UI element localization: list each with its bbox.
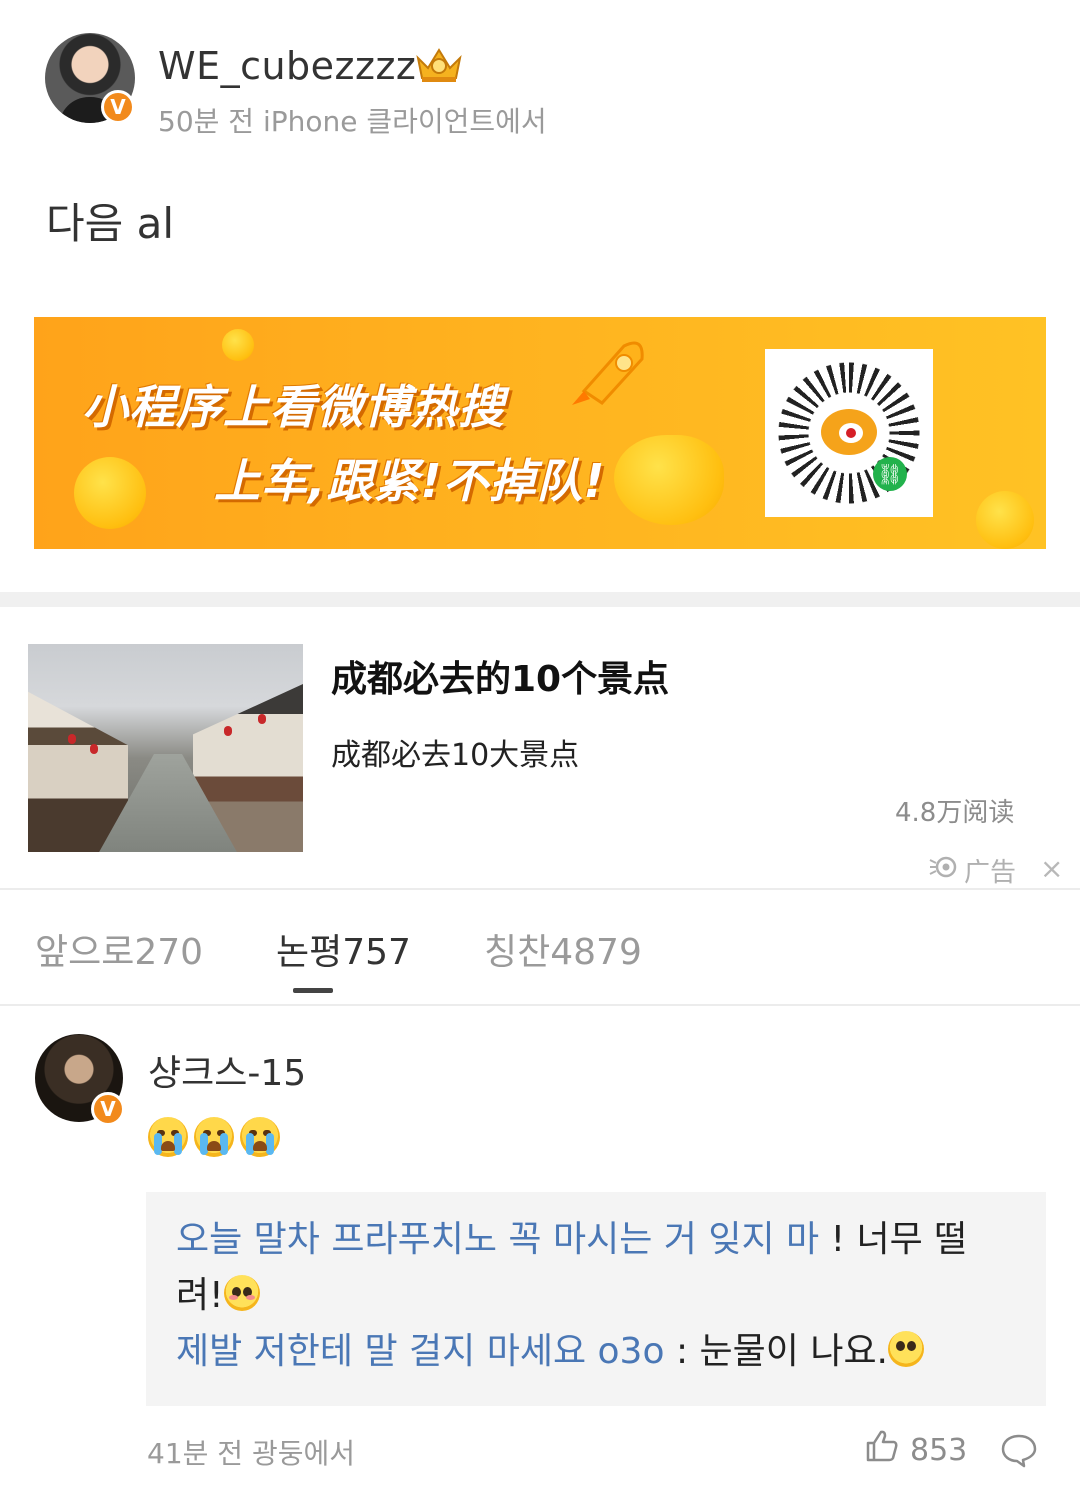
rocket-icon [564, 331, 654, 411]
sub-reply-2: 제발 저한테 말 걸지 마세요 o3o : 눈물이 나요. [176, 1324, 925, 1380]
reply-bubble-icon[interactable] [1000, 1432, 1038, 1472]
like-button[interactable]: 853 [864, 1428, 967, 1472]
weibo-logo-icon [821, 409, 877, 455]
article-title[interactable]: 成都必去的10个景点 [331, 650, 669, 702]
crying-face-icon [148, 1117, 188, 1157]
weibo-logo-icon [614, 435, 724, 525]
section-divider [0, 592, 1080, 607]
close-ad-icon[interactable]: × [1040, 852, 1063, 885]
commenter-username[interactable]: 샹크스-15 [148, 1044, 306, 1096]
article-read-count: 4.8万阅读 [895, 798, 1015, 828]
sub-replies-box[interactable]: 오늘 말차 프라푸치노 꼭 마시는 거 잊지 마 ! 너무 떨 려! 제발 저한… [146, 1192, 1046, 1406]
banner-line1: 小程序上看微博热搜 [82, 380, 505, 434]
author-username[interactable]: WE_cubezzzz [158, 44, 416, 88]
mini-program-banner-ad[interactable]: 小程序上看微博热搜 上车,跟紧!不掉队! ⛓ [34, 317, 1046, 549]
tab-likes[interactable]: 칭찬4879 [484, 923, 642, 975]
ad-info-icon [928, 854, 960, 887]
qr-code-icon[interactable]: ⛓ [765, 349, 933, 517]
article-thumbnail[interactable] [28, 644, 303, 852]
comment-emojis [148, 1117, 280, 1157]
comment-time: 41분 전 광둥에서 [147, 1437, 355, 1470]
flushed-face-icon [223, 1275, 260, 1311]
verified-badge-icon: V [91, 1092, 125, 1126]
crying-face-icon [240, 1117, 280, 1157]
thumbs-up-icon [864, 1428, 900, 1472]
decor-ball [976, 491, 1034, 549]
tab-comments[interactable]: 논평757 [276, 923, 411, 975]
decor-ball [74, 457, 146, 529]
mini-program-icon: ⛓ [873, 457, 907, 491]
sub-reply-1: 오늘 말차 프라푸치노 꼭 마시는 거 잊지 마 ! 너무 떨 [176, 1219, 968, 1260]
verified-badge-icon: V [101, 90, 135, 124]
reply-author-link[interactable]: 제발 저한테 말 걸지 마세요 o3o [176, 1331, 665, 1372]
decor-ball [222, 329, 254, 361]
reply-author-link[interactable]: 오늘 말차 프라푸치노 꼭 마시는 거 잊지 마 [176, 1219, 819, 1260]
crown-badge-icon[interactable] [412, 44, 466, 86]
ad-label[interactable]: 广告 [928, 852, 1016, 889]
pleading-face-icon [888, 1331, 925, 1367]
divider [0, 1004, 1080, 1006]
article-subtitle: 成都必去10大景点 [331, 738, 580, 773]
active-tab-indicator [293, 988, 333, 993]
like-count: 853 [910, 1432, 968, 1468]
divider [0, 888, 1080, 890]
sub-reply-1-cont: 려! [176, 1268, 260, 1324]
crying-face-icon [194, 1117, 234, 1157]
ad-label-text: 广告 [964, 858, 1017, 888]
banner-line2: 上车,跟紧!不掉队! [214, 454, 606, 508]
post-text: 다음 al [46, 199, 175, 248]
tab-reposts[interactable]: 앞으로270 [35, 923, 203, 975]
post-meta: 50분 전 iPhone 클라이언트에서 [158, 105, 547, 138]
